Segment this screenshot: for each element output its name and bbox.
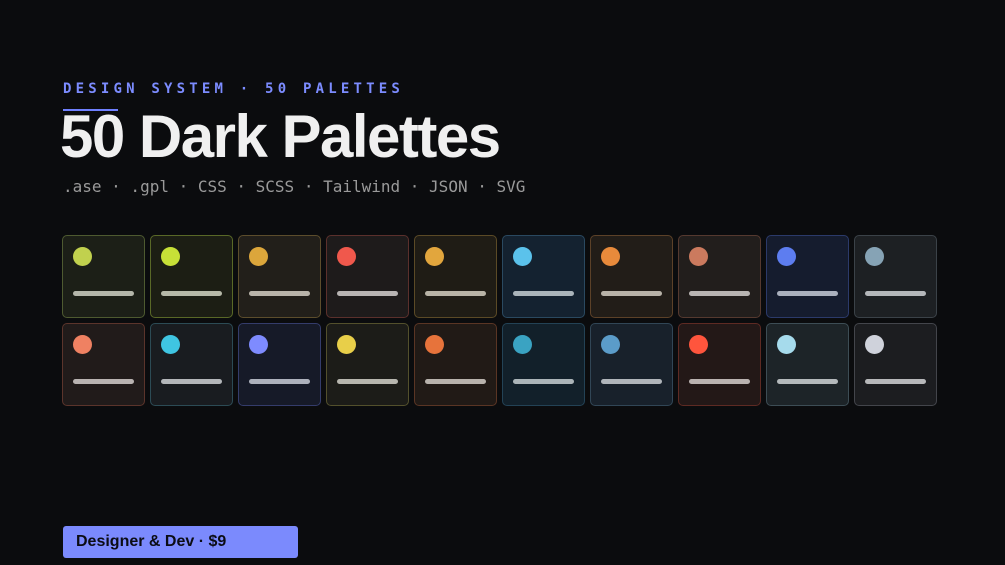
palette-swatch-dot — [689, 247, 708, 266]
palette-label-bar — [161, 291, 222, 296]
palette-swatch-dot — [249, 247, 268, 266]
palette-label-bar — [425, 379, 486, 384]
palette-card[interactable] — [854, 235, 937, 318]
palette-swatch-dot — [513, 335, 532, 354]
palette-swatch-dot — [425, 335, 444, 354]
palette-card[interactable] — [502, 235, 585, 318]
palette-swatch-dot — [337, 247, 356, 266]
palette-label-bar — [337, 291, 398, 296]
palette-card[interactable] — [590, 235, 673, 318]
palette-label-bar — [601, 291, 662, 296]
palette-label-bar — [73, 379, 134, 384]
palette-card[interactable] — [678, 235, 761, 318]
palette-label-bar — [73, 291, 134, 296]
palette-swatch-dot — [601, 247, 620, 266]
palette-label-bar — [777, 379, 838, 384]
palette-label-bar — [865, 379, 926, 384]
palette-card[interactable] — [502, 323, 585, 406]
purchase-button[interactable]: Designer & Dev · $9 — [63, 526, 298, 558]
palette-label-bar — [689, 291, 750, 296]
palette-swatch-dot — [73, 247, 92, 266]
formats-list: .ase · .gpl · CSS · SCSS · Tailwind · JS… — [63, 177, 526, 196]
palette-card[interactable] — [150, 235, 233, 318]
palette-card[interactable] — [326, 323, 409, 406]
palette-label-bar — [601, 379, 662, 384]
palette-swatch-dot — [249, 335, 268, 354]
palette-label-bar — [337, 379, 398, 384]
palette-card[interactable] — [766, 235, 849, 318]
palette-label-bar — [425, 291, 486, 296]
palette-card[interactable] — [150, 323, 233, 406]
palette-card[interactable] — [414, 323, 497, 406]
palette-swatch-dot — [865, 247, 884, 266]
palette-swatch-dot — [337, 335, 356, 354]
palette-label-bar — [513, 291, 574, 296]
palette-card[interactable] — [62, 323, 145, 406]
palette-card[interactable] — [326, 235, 409, 318]
palette-label-bar — [777, 291, 838, 296]
palette-swatch-dot — [865, 335, 884, 354]
palette-swatch-dot — [689, 335, 708, 354]
page-title: 50 Dark Palettes — [60, 103, 501, 170]
palette-swatch-dot — [513, 247, 532, 266]
palette-swatch-dot — [777, 247, 796, 266]
palette-card[interactable] — [238, 323, 321, 406]
palette-card[interactable] — [678, 323, 761, 406]
palette-label-bar — [865, 291, 926, 296]
palette-label-bar — [689, 379, 750, 384]
palette-card[interactable] — [414, 235, 497, 318]
palette-card[interactable] — [766, 323, 849, 406]
palette-label-bar — [249, 379, 310, 384]
palette-label-bar — [513, 379, 574, 384]
eyebrow: DESIGN SYSTEM · 50 PALETTES — [63, 81, 404, 97]
palette-label-bar — [249, 291, 310, 296]
palette-swatch-dot — [161, 247, 180, 266]
palette-card[interactable] — [590, 323, 673, 406]
palette-card[interactable] — [238, 235, 321, 318]
palette-label-bar — [161, 379, 222, 384]
palette-swatch-dot — [161, 335, 180, 354]
palette-swatch-dot — [425, 247, 444, 266]
palette-swatch-dot — [73, 335, 92, 354]
palette-swatch-dot — [777, 335, 796, 354]
palette-card[interactable] — [854, 323, 937, 406]
palette-card[interactable] — [62, 235, 145, 318]
palette-grid — [62, 235, 937, 406]
palette-swatch-dot — [601, 335, 620, 354]
